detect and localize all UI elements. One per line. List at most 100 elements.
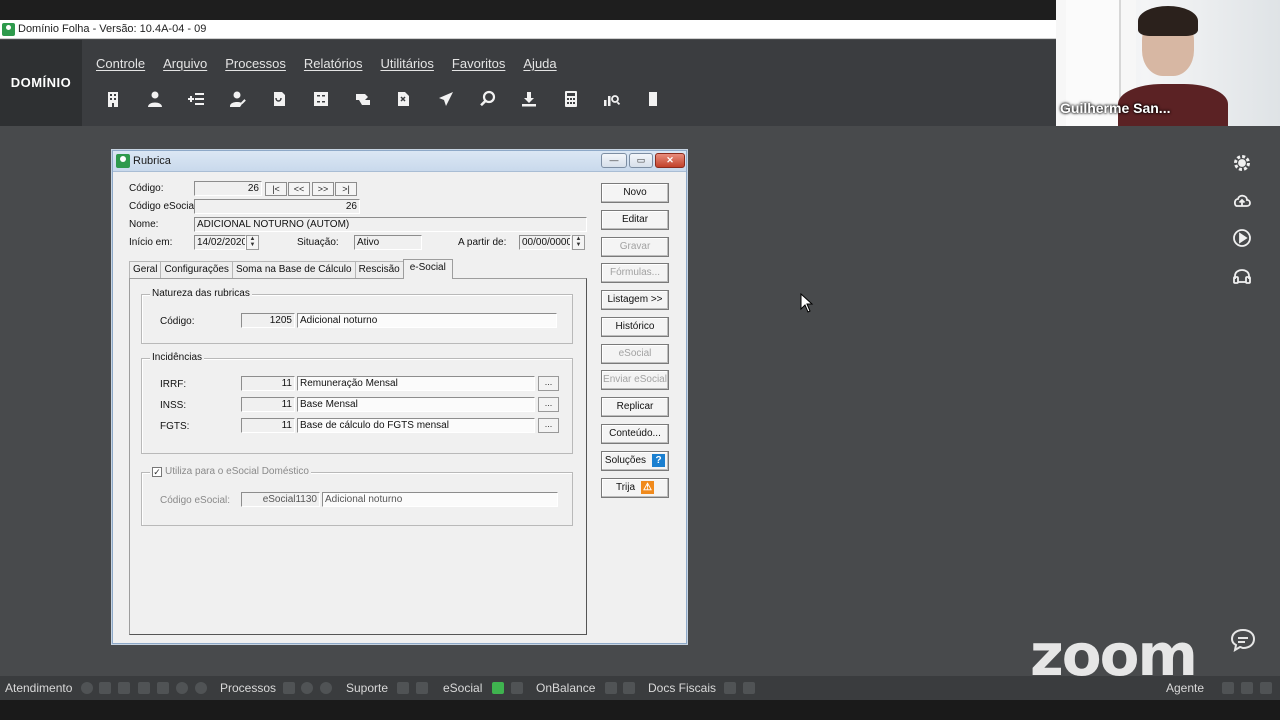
airplane-icon[interactable] — [429, 84, 463, 114]
status-atendimento[interactable]: Atendimento — [5, 681, 72, 695]
status-icon-5[interactable] — [157, 682, 169, 694]
apartir-spinner[interactable]: ▲ ▼ — [572, 235, 585, 250]
menu-processos[interactable]: Processos — [225, 56, 286, 71]
play-icon[interactable] — [1226, 225, 1258, 251]
status-icon-14[interactable] — [605, 682, 617, 694]
tab-geral[interactable]: Geral — [129, 261, 162, 279]
close-button[interactable]: ✕ — [655, 153, 685, 168]
solucoes-button[interactable]: Soluções? — [601, 451, 669, 471]
menu-arquivo[interactable]: Arquivo — [163, 56, 207, 71]
headset-icon[interactable] — [1226, 263, 1258, 289]
irrf-lookup-button[interactable]: ... — [538, 376, 559, 391]
status-icon-16[interactable] — [724, 682, 736, 694]
search-icon[interactable] — [470, 84, 504, 114]
status-processos[interactable]: Processos — [220, 681, 276, 695]
user-icon[interactable] — [138, 84, 172, 114]
historico-button[interactable]: Histórico — [601, 317, 669, 337]
formulas-button[interactable]: Fórmulas... — [601, 263, 669, 283]
status-icon-2[interactable] — [99, 682, 111, 694]
gravar-button[interactable]: Gravar — [601, 237, 669, 257]
fgts-code-input[interactable]: 11 — [241, 418, 295, 433]
esocial-button[interactable]: eSocial — [601, 344, 669, 364]
status-icon-13[interactable] — [511, 682, 523, 694]
natureza-codigo-input[interactable]: 1205 — [241, 313, 295, 328]
chart-search-icon[interactable] — [595, 84, 629, 114]
video-thumbnail[interactable]: Guilherme San... — [1056, 0, 1280, 126]
menu-relatorios[interactable]: Relatórios — [304, 56, 363, 71]
cloud-upload-icon[interactable] — [1226, 188, 1258, 214]
inss-lookup-button[interactable]: ... — [538, 397, 559, 412]
download-icon[interactable] — [512, 84, 546, 114]
inicio-input[interactable]: 14/02/2020 — [194, 235, 246, 250]
restore-button[interactable]: ▭ — [629, 153, 653, 168]
domestico-codigo-input[interactable]: eSocial1130 — [241, 492, 320, 507]
status-icon-4[interactable] — [138, 682, 150, 694]
enviar-esocial-button[interactable]: Enviar eSocial — [601, 370, 669, 390]
conteudo-button[interactable]: Conteúdo... — [601, 424, 669, 444]
menu-controle[interactable]: Controle — [96, 56, 145, 71]
bottom-strip — [0, 700, 1280, 720]
status-icon-8[interactable] — [283, 682, 295, 694]
esocial-status-icon[interactable] — [492, 682, 504, 694]
book-icon[interactable] — [637, 84, 671, 114]
tab-rescisao[interactable]: Rescisão — [354, 261, 404, 279]
status-suporte[interactable]: Suporte — [346, 681, 388, 695]
document-icon[interactable] — [262, 84, 296, 114]
exit-document-icon[interactable] — [387, 84, 421, 114]
situacao-select[interactable]: Ativo — [354, 235, 422, 250]
fgts-lookup-button[interactable]: ... — [538, 418, 559, 433]
listagem-button[interactable]: Listagem >> — [601, 290, 669, 310]
transfer-icon[interactable] — [346, 84, 380, 114]
status-docs-fiscais[interactable]: Docs Fiscais — [648, 681, 716, 695]
status-icon-20[interactable] — [1260, 682, 1272, 694]
menu-favoritos[interactable]: Favoritos — [452, 56, 505, 71]
status-icon-9[interactable] — [301, 682, 313, 694]
status-esocial[interactable]: eSocial — [443, 681, 482, 695]
status-icon-11[interactable] — [397, 682, 409, 694]
chat-bubble-icon — [1230, 628, 1256, 652]
tab-esocial[interactable]: e-Social — [402, 259, 453, 279]
nav-prev-button[interactable]: << — [288, 182, 310, 196]
status-icon-12[interactable] — [416, 682, 428, 694]
status-icon-6[interactable] — [176, 682, 188, 694]
menu-utilitarios[interactable]: Utilitários — [380, 56, 433, 71]
editar-button[interactable]: Editar — [601, 210, 669, 230]
inss-code-input[interactable]: 11 — [241, 397, 295, 412]
irrf-code-input[interactable]: 11 — [241, 376, 295, 391]
inicio-spinner[interactable]: ▲ ▼ — [246, 235, 259, 250]
status-icon-17[interactable] — [743, 682, 755, 694]
user-edit-icon[interactable] — [221, 84, 255, 114]
status-onbalance[interactable]: OnBalance — [536, 681, 595, 695]
status-icon-3[interactable] — [118, 682, 130, 694]
building-icon[interactable] — [96, 84, 130, 114]
codigo-esocial-input[interactable]: 26 — [194, 199, 360, 214]
nav-last-button[interactable]: >| — [335, 182, 357, 196]
domestico-checkbox[interactable]: ✓ — [152, 466, 162, 477]
nav-first-button[interactable]: |< — [265, 182, 287, 196]
status-icon-1[interactable] — [81, 682, 93, 694]
domestico-checkbox-row[interactable]: ✓ Utiliza para o eSocial Doméstico — [150, 466, 311, 477]
tab-soma-base[interactable]: Soma na Base de Cálculo — [231, 261, 356, 279]
status-icon-19[interactable] — [1241, 682, 1253, 694]
status-icon-10[interactable] — [320, 682, 332, 694]
gear-icon[interactable] — [1226, 150, 1258, 176]
codigo-input[interactable]: 26 — [194, 181, 262, 196]
menu-ajuda[interactable]: Ajuda — [523, 56, 556, 71]
trija-button[interactable]: Trija ⚠ — [601, 478, 669, 498]
novo-button[interactable]: Novo — [601, 183, 669, 203]
minimize-button[interactable]: — — [601, 153, 627, 168]
replicar-button[interactable]: Replicar — [601, 397, 669, 417]
apartir-input[interactable]: 00/00/0000 — [519, 235, 571, 250]
nome-input[interactable]: ADICIONAL NOTURNO (AUTOM) — [194, 217, 587, 232]
list-add-icon[interactable] — [179, 84, 213, 114]
status-agente[interactable]: Agente — [1166, 681, 1204, 695]
calculator-sheet-icon[interactable] — [304, 84, 338, 114]
status-icon-7[interactable] — [195, 682, 207, 694]
status-icon-15[interactable] — [623, 682, 635, 694]
nav-next-button[interactable]: >> — [312, 182, 334, 196]
tab-configuracoes[interactable]: Configurações — [160, 261, 233, 279]
status-icon-18[interactable] — [1222, 682, 1234, 694]
domestico-checkbox-label: Utiliza para o eSocial Doméstico — [165, 466, 309, 477]
calculator-icon[interactable] — [554, 84, 588, 114]
dialog-titlebar[interactable]: Rubrica — ▭ ✕ — [113, 151, 686, 172]
